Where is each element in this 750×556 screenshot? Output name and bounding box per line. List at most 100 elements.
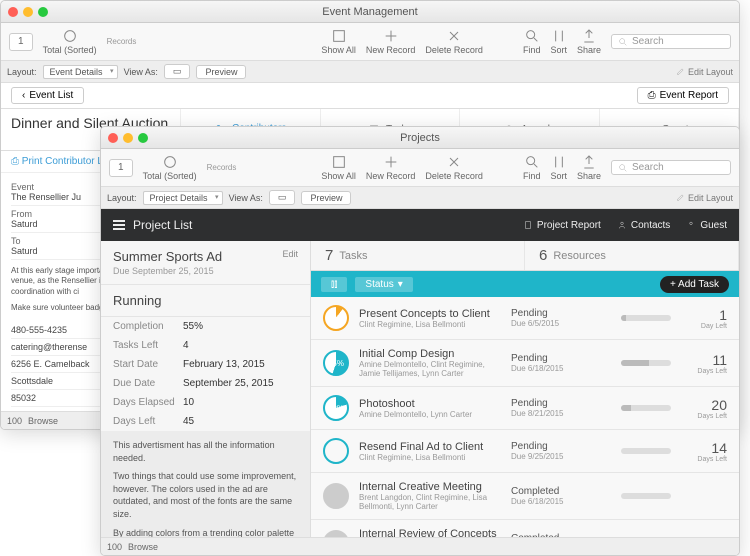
layout-select[interactable]: Project Details — [143, 191, 223, 205]
edit-layout-button[interactable]: Edit Layout — [676, 67, 733, 77]
new-record-button[interactable]: New Record — [366, 154, 416, 181]
task-title: Resend Final Ad to Client — [359, 441, 501, 453]
task-title: Internal Creative Meeting — [359, 481, 501, 493]
task-status: Pending — [511, 398, 611, 409]
share-button[interactable]: Share — [577, 28, 601, 55]
chart-icon[interactable]: ⫾⫾ — [321, 277, 347, 292]
task-due: Due 6/18/2015 — [511, 364, 611, 373]
task-row[interactable]: 10% Present Concepts to ClientClint Regim… — [311, 297, 739, 340]
add-task-button[interactable]: + Add Task — [660, 276, 729, 293]
tasks-left-value: 4 — [183, 340, 189, 351]
browse-mode[interactable]: Browse — [128, 542, 158, 552]
task-row[interactable]: 55%Initial Comp DesignAmine Delmontello,… — [311, 340, 739, 387]
task-row[interactable]: 20% PhotoshootAmine Delmontello, Lynn Car… — [311, 387, 739, 430]
task-status: Pending — [511, 308, 611, 319]
task-due: Due 9/25/2015 — [511, 452, 611, 461]
sort-button[interactable]: Sort — [550, 154, 567, 181]
projects-window: Projects 1 Total (Sorted) Records Show A… — [100, 126, 740, 556]
task-row[interactable]: Resend Final Ad to ClientClint Regimine,… — [311, 430, 739, 473]
view-form-button[interactable]: ▭ — [164, 64, 191, 79]
show-all-button[interactable]: Show All — [321, 154, 356, 181]
task-assignees: Amine Delmontello, Lynn Carter — [359, 410, 501, 419]
task-due: Due 6/18/2015 — [511, 497, 611, 506]
tasks-counter: 7Tasks — [311, 241, 525, 270]
days-left-n: 20 — [681, 397, 727, 413]
progress-badge — [323, 438, 349, 464]
task-assignees: Clint Regimine, Lisa Bellmonti — [359, 453, 501, 462]
days-left-value: 45 — [183, 416, 194, 427]
preview-button[interactable]: Preview — [196, 65, 246, 79]
edit-button[interactable]: Edit — [282, 249, 298, 259]
resources-counter: 6Resources — [525, 241, 739, 270]
window-title: Event Management — [1, 6, 739, 18]
records-label: Records — [107, 37, 137, 46]
task-due: Due 8/21/2015 — [511, 409, 611, 418]
status-filter[interactable]: Status ▾ — [355, 277, 412, 292]
days-left-t: Day Left — [681, 323, 727, 330]
task-status: Pending — [511, 441, 611, 452]
start-date-value: February 13, 2015 — [183, 359, 265, 370]
preview-button[interactable]: Preview — [301, 191, 351, 205]
task-assignees: Amine Delmontello, Clint Regimine, Jamie… — [359, 360, 501, 378]
task-progress — [621, 448, 671, 454]
window-title: Projects — [101, 132, 739, 144]
back-button[interactable]: ‹ Event List — [11, 87, 84, 104]
titlebar[interactable]: Projects — [101, 127, 739, 149]
event-report-button[interactable]: ⎙ Event Report — [637, 87, 729, 104]
task-title: Present Concepts to Client — [359, 308, 501, 320]
task-list: 10%Present Concepts to ClientClint Regim… — [311, 297, 739, 555]
search-input[interactable]: Search — [611, 34, 731, 49]
record-nav[interactable]: 1 — [109, 159, 133, 177]
sort-button[interactable]: Sort — [550, 28, 567, 55]
edit-layout-button[interactable]: Edit Layout — [676, 193, 733, 203]
guest-button[interactable]: Guest — [686, 220, 727, 231]
progress-badge: 20% — [323, 395, 349, 421]
record-nav[interactable]: 1 — [9, 33, 33, 51]
delete-record-button[interactable]: Delete Record — [425, 154, 483, 181]
progress-badge — [323, 483, 349, 509]
browse-mode[interactable]: Browse — [28, 416, 58, 426]
task-progress — [621, 315, 671, 321]
menu-icon[interactable] — [113, 220, 125, 230]
task-status: Pending — [511, 353, 611, 364]
task-status: Completed — [511, 486, 611, 497]
task-progress — [621, 405, 671, 411]
project-sidebar: Edit Summer Sports Ad Due September 25, … — [101, 241, 311, 555]
project-name: Summer Sports Ad — [113, 249, 298, 264]
search-input[interactable]: Search — [611, 160, 731, 175]
header-bar: Project List Project Report Contacts Gue… — [101, 209, 739, 241]
show-all-button[interactable]: Show All — [321, 28, 356, 55]
contacts-button[interactable]: Contacts — [617, 220, 670, 231]
titlebar[interactable]: Event Management — [1, 1, 739, 23]
completion-value: 55% — [183, 321, 203, 332]
days-left-n: 1 — [681, 307, 727, 323]
records-button[interactable]: Total (Sorted) — [143, 154, 197, 181]
project-status: Running — [113, 293, 298, 308]
task-title: Photoshoot — [359, 398, 501, 410]
find-button[interactable]: Find — [523, 28, 541, 55]
delete-record-button[interactable]: Delete Record — [425, 28, 483, 55]
days-left-n: 11 — [681, 352, 727, 368]
task-row[interactable]: Internal Creative MeetingBrent Langdon, … — [311, 473, 739, 520]
task-assignees: Clint Regimine, Lisa Bellmonti — [359, 320, 501, 329]
share-button[interactable]: Share — [577, 154, 601, 181]
print-contributor-button[interactable]: ⎙ Print Contributor List — [11, 156, 113, 167]
days-left-n: 14 — [681, 440, 727, 456]
progress-badge: 10% — [323, 305, 349, 331]
status-bar: 100 Browse — [101, 537, 739, 555]
days-elapsed-value: 10 — [183, 397, 194, 408]
find-button[interactable]: Find — [523, 154, 541, 181]
page-title: Project List — [133, 218, 192, 232]
records-button[interactable]: Total (Sorted) — [43, 28, 97, 55]
project-due: Due September 25, 2015 — [113, 266, 298, 276]
layout-label: Layout: — [7, 67, 37, 77]
task-progress — [621, 493, 671, 499]
due-date-value: September 25, 2015 — [183, 378, 274, 389]
view-form-button[interactable]: ▭ — [269, 190, 296, 205]
task-due: Due 6/5/2015 — [511, 319, 611, 328]
new-record-button[interactable]: New Record — [366, 28, 416, 55]
layout-select[interactable]: Event Details — [43, 65, 118, 79]
project-report-button[interactable]: Project Report — [523, 220, 601, 231]
progress-badge: 55% — [323, 350, 349, 376]
toolbar: 1 Total (Sorted) Records Show All New Re… — [101, 149, 739, 187]
